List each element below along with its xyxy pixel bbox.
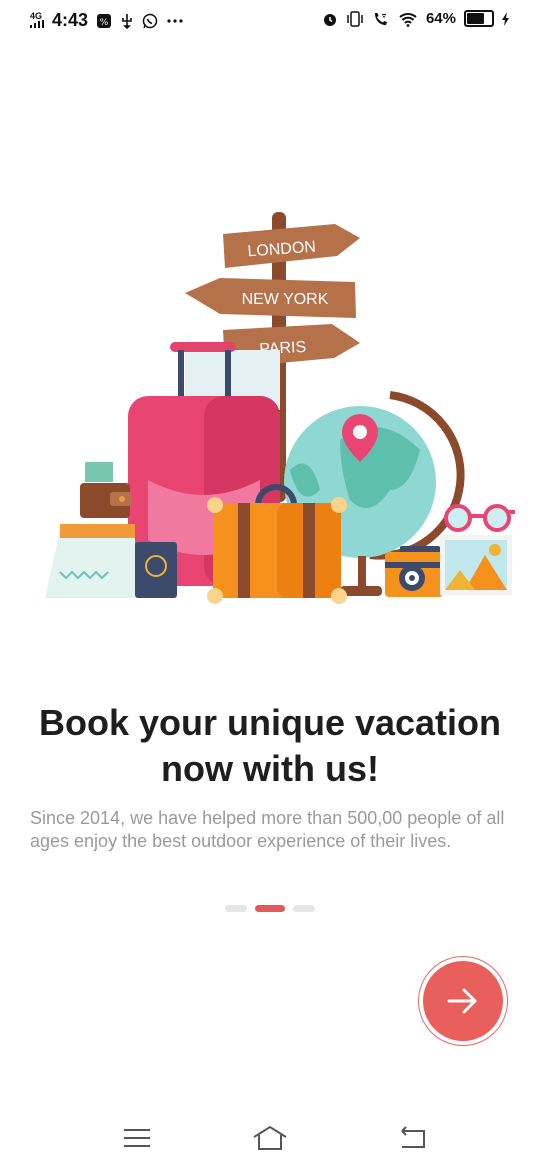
status-right: 64% xyxy=(322,10,510,27)
sign-new-york-label: NEW YORK xyxy=(242,291,329,308)
pager-dot-active[interactable] xyxy=(255,905,285,912)
sign-new-york: NEW YORK xyxy=(185,278,356,318)
battery-icon xyxy=(464,10,494,27)
pager-dot[interactable] xyxy=(293,905,315,912)
notepad xyxy=(45,524,135,598)
status-bar: 4G 4:43 % 64% xyxy=(0,0,540,40)
network-indicator: 4G xyxy=(30,12,44,29)
wifi-icon xyxy=(399,12,417,27)
headline-line-1: Book your unique vacation xyxy=(38,702,502,743)
svg-text:%: % xyxy=(100,18,109,28)
system-nav-bar xyxy=(0,1115,540,1170)
photo-icon: % xyxy=(97,13,112,28)
pager-dot[interactable] xyxy=(225,905,247,912)
battery-percent: 64% xyxy=(425,10,456,27)
next-button-circle[interactable] xyxy=(423,961,503,1041)
sunglasses xyxy=(444,504,515,532)
charging-icon xyxy=(502,11,509,26)
whatsapp-icon xyxy=(142,13,158,28)
clock: 4:43 xyxy=(52,10,89,30)
arrow-right-icon xyxy=(447,988,477,1014)
status-left: 4G 4:43 % xyxy=(30,10,184,31)
sign-london: LONDON xyxy=(223,224,360,268)
next-button[interactable] xyxy=(418,956,508,1046)
alarm-icon xyxy=(323,13,336,26)
vibrate-icon xyxy=(347,10,363,27)
photo-frame xyxy=(440,535,512,595)
wallet xyxy=(80,462,132,518)
wifi-call-icon xyxy=(374,12,387,25)
pager-indicator xyxy=(225,905,315,912)
camera xyxy=(385,546,443,597)
more-dots-icon xyxy=(167,18,183,23)
passport xyxy=(135,542,177,598)
battery-level xyxy=(467,13,484,24)
orange-suitcase xyxy=(207,484,347,604)
onboarding-headline: Book your unique vacation now with us! xyxy=(30,700,510,792)
signal-icon xyxy=(30,20,44,28)
back-icon[interactable] xyxy=(392,1123,432,1153)
travel-illustration: LONDON NEW YORK PARIS xyxy=(45,212,515,604)
home-icon[interactable] xyxy=(250,1123,290,1153)
headline-line-2: now with us! xyxy=(161,748,379,789)
usb-icon xyxy=(122,13,132,29)
onboarding-description: Since 2014, we have helped more than 500… xyxy=(30,808,505,851)
menu-icon[interactable] xyxy=(117,1123,157,1153)
